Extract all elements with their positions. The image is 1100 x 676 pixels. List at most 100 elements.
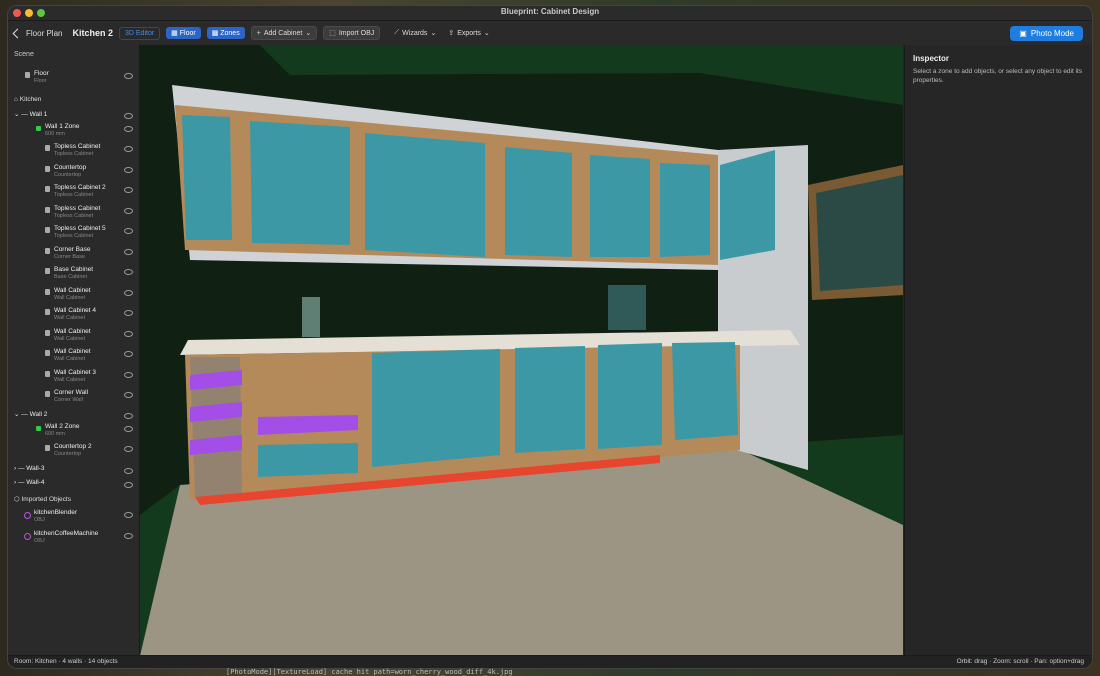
base-cabinet-door: [515, 346, 585, 453]
eye-icon[interactable]: [124, 351, 133, 357]
eye-icon[interactable]: [124, 269, 133, 275]
wizards-menu[interactable]: ⟋ Wizards ⌄: [394, 29, 436, 37]
item-name: Wall Cabinet 3: [54, 368, 97, 376]
scene-item[interactable]: Wall Cabinet 3 Wall Cabinet: [8, 368, 139, 388]
wall-cabinet-door: [182, 115, 232, 240]
item-name: kitchenBlender: [34, 509, 77, 516]
imported-item-coffee-machine[interactable]: kitchenCoffeeMachine OBJ: [8, 529, 139, 549]
kitchen-3d-render[interactable]: [140, 45, 903, 656]
back-to-floor-plan-button[interactable]: Floor Plan: [12, 28, 63, 38]
eye-icon[interactable]: [124, 413, 133, 419]
imported-item-blender[interactable]: kitchenBlender OBJ: [8, 508, 139, 528]
kitchen-group[interactable]: ⌂ Kitchen: [14, 96, 41, 103]
scene-item[interactable]: Countertop Countertop: [8, 163, 139, 183]
eye-icon[interactable]: [124, 166, 133, 173]
import-obj-button[interactable]: ⬚ Import OBJ: [323, 26, 381, 40]
eye-icon[interactable]: [124, 446, 133, 452]
cabinet-icon: [45, 329, 50, 336]
eye-icon[interactable]: [124, 426, 133, 432]
eye-icon[interactable]: [124, 207, 133, 214]
corner-wall-cabinet-door: [720, 150, 775, 260]
chevron-down-icon: ⌄: [430, 30, 437, 37]
item-type: Base Cabinet: [54, 274, 88, 280]
eye-icon[interactable]: [124, 113, 133, 119]
drawer-front: [258, 443, 358, 477]
item-name: Wall Cabinet: [54, 327, 91, 335]
page-title: Kitchen 2: [72, 28, 113, 38]
chevron-left-icon: [12, 28, 23, 38]
exports-menu[interactable]: ⇪ Exports ⌄: [448, 29, 490, 38]
wall-cabinet-door: [250, 121, 350, 245]
cabinet-icon: [45, 145, 50, 151]
photo-mode-button[interactable]: ▣ Photo Mode: [1010, 26, 1083, 41]
cabinet-icon: [45, 350, 50, 356]
scene-item[interactable]: Base Cabinet Base Cabinet: [8, 265, 139, 285]
cabinet-icon: [45, 165, 50, 172]
item-type: Wall Cabinet: [54, 335, 85, 342]
item-type: Wall Cabinet: [54, 356, 85, 362]
scene-item[interactable]: Wall Cabinet Wall Cabinet: [8, 327, 139, 347]
scene-heading: Scene: [14, 51, 34, 58]
eye-icon[interactable]: [124, 248, 133, 255]
console-log-line: [PhotoMode][TextureLoad] cache hit path=…: [226, 668, 513, 676]
imported-objects-group[interactable]: ⬡ Imported Objects: [14, 495, 71, 503]
scene-item[interactable]: Wall Cabinet Wall Cabinet: [8, 347, 139, 367]
floor-icon: ▦: [171, 30, 180, 37]
item-type: Wall Cabinet: [54, 376, 85, 383]
eye-icon[interactable]: [124, 371, 133, 378]
eye-icon[interactable]: [124, 73, 133, 79]
eye-icon[interactable]: [124, 228, 133, 234]
eye-icon[interactable]: [124, 392, 133, 398]
item-name: Topless Cabinet: [54, 204, 101, 212]
cabinet-icon: [45, 227, 50, 233]
wall-1-zone[interactable]: Wall 1 Zone 600 mm: [8, 122, 139, 142]
scene-item[interactable]: Wall Cabinet Wall Cabinet: [8, 286, 139, 306]
scene-item-countertop-2[interactable]: Countertop 2 Countertop: [8, 442, 139, 462]
cabinet-icon: [45, 288, 50, 295]
scene-item[interactable]: Topless Cabinet 5 Topless Cabinet: [8, 224, 139, 244]
zone-name: Wall 1 Zone: [45, 123, 80, 130]
eye-icon[interactable]: [124, 146, 133, 152]
exports-label: Exports: [457, 29, 481, 37]
add-cabinet-label: Add Cabinet: [263, 29, 303, 37]
zones-icon: ▩: [211, 30, 221, 37]
chevron-down-icon: ⌄: [305, 30, 312, 37]
item-name: Wall Cabinet: [54, 348, 91, 355]
eye-icon[interactable]: [124, 126, 133, 132]
back-label: Floor Plan: [26, 28, 63, 38]
chevron-down-icon: ⌄: [483, 30, 490, 37]
eye-icon[interactable]: [124, 187, 133, 193]
mode-badge: 3D Editor: [118, 26, 161, 40]
scene-item-floor[interactable]: Floor Floor: [8, 69, 139, 89]
wall-4-label: › — Wall-4: [14, 479, 45, 486]
room-summary: Room: Kitchen · 4 walls · 14 objects: [14, 658, 118, 665]
glass-cabinet-door: [505, 147, 572, 257]
cabinet-icon: [45, 370, 50, 377]
eye-icon[interactable]: [124, 289, 133, 296]
item-type: Countertop: [54, 171, 82, 178]
scene-item[interactable]: Wall Cabinet 4 Wall Cabinet: [8, 306, 139, 326]
scene-item[interactable]: Corner Wall Corner Wall: [8, 388, 139, 408]
camera-icon: ▣: [1019, 29, 1027, 38]
item-type: Topless Cabinet: [54, 212, 94, 219]
cabinet-icon: [45, 268, 50, 274]
zones-toggle[interactable]: ▩ Zones: [206, 27, 245, 39]
eye-icon[interactable]: [124, 310, 133, 316]
scene-item[interactable]: Topless Cabinet 2 Topless Cabinet: [8, 183, 139, 203]
add-cabinet-button[interactable]: + Add Cabinet ⌄: [250, 26, 318, 40]
wall-2-zone[interactable]: Wall 2 Zone 600 mm: [8, 422, 139, 442]
scene-item[interactable]: Topless Cabinet Topless Cabinet: [8, 142, 139, 162]
floor-toggle[interactable]: ▦ Floor: [166, 27, 201, 39]
3d-viewport[interactable]: [140, 45, 903, 656]
eye-icon[interactable]: [124, 512, 133, 518]
eye-icon[interactable]: [124, 468, 133, 474]
eye-icon[interactable]: [124, 482, 133, 488]
scene-item[interactable]: Corner Base Corner Base: [8, 245, 139, 265]
floor-icon: [25, 72, 30, 78]
scene-item[interactable]: Topless Cabinet Topless Cabinet: [8, 204, 139, 224]
window-glass: [816, 175, 903, 291]
item-type: Corner Wall: [54, 397, 83, 403]
eye-icon[interactable]: [124, 533, 133, 539]
item-name: Floor: [34, 70, 49, 77]
eye-icon[interactable]: [124, 330, 133, 337]
